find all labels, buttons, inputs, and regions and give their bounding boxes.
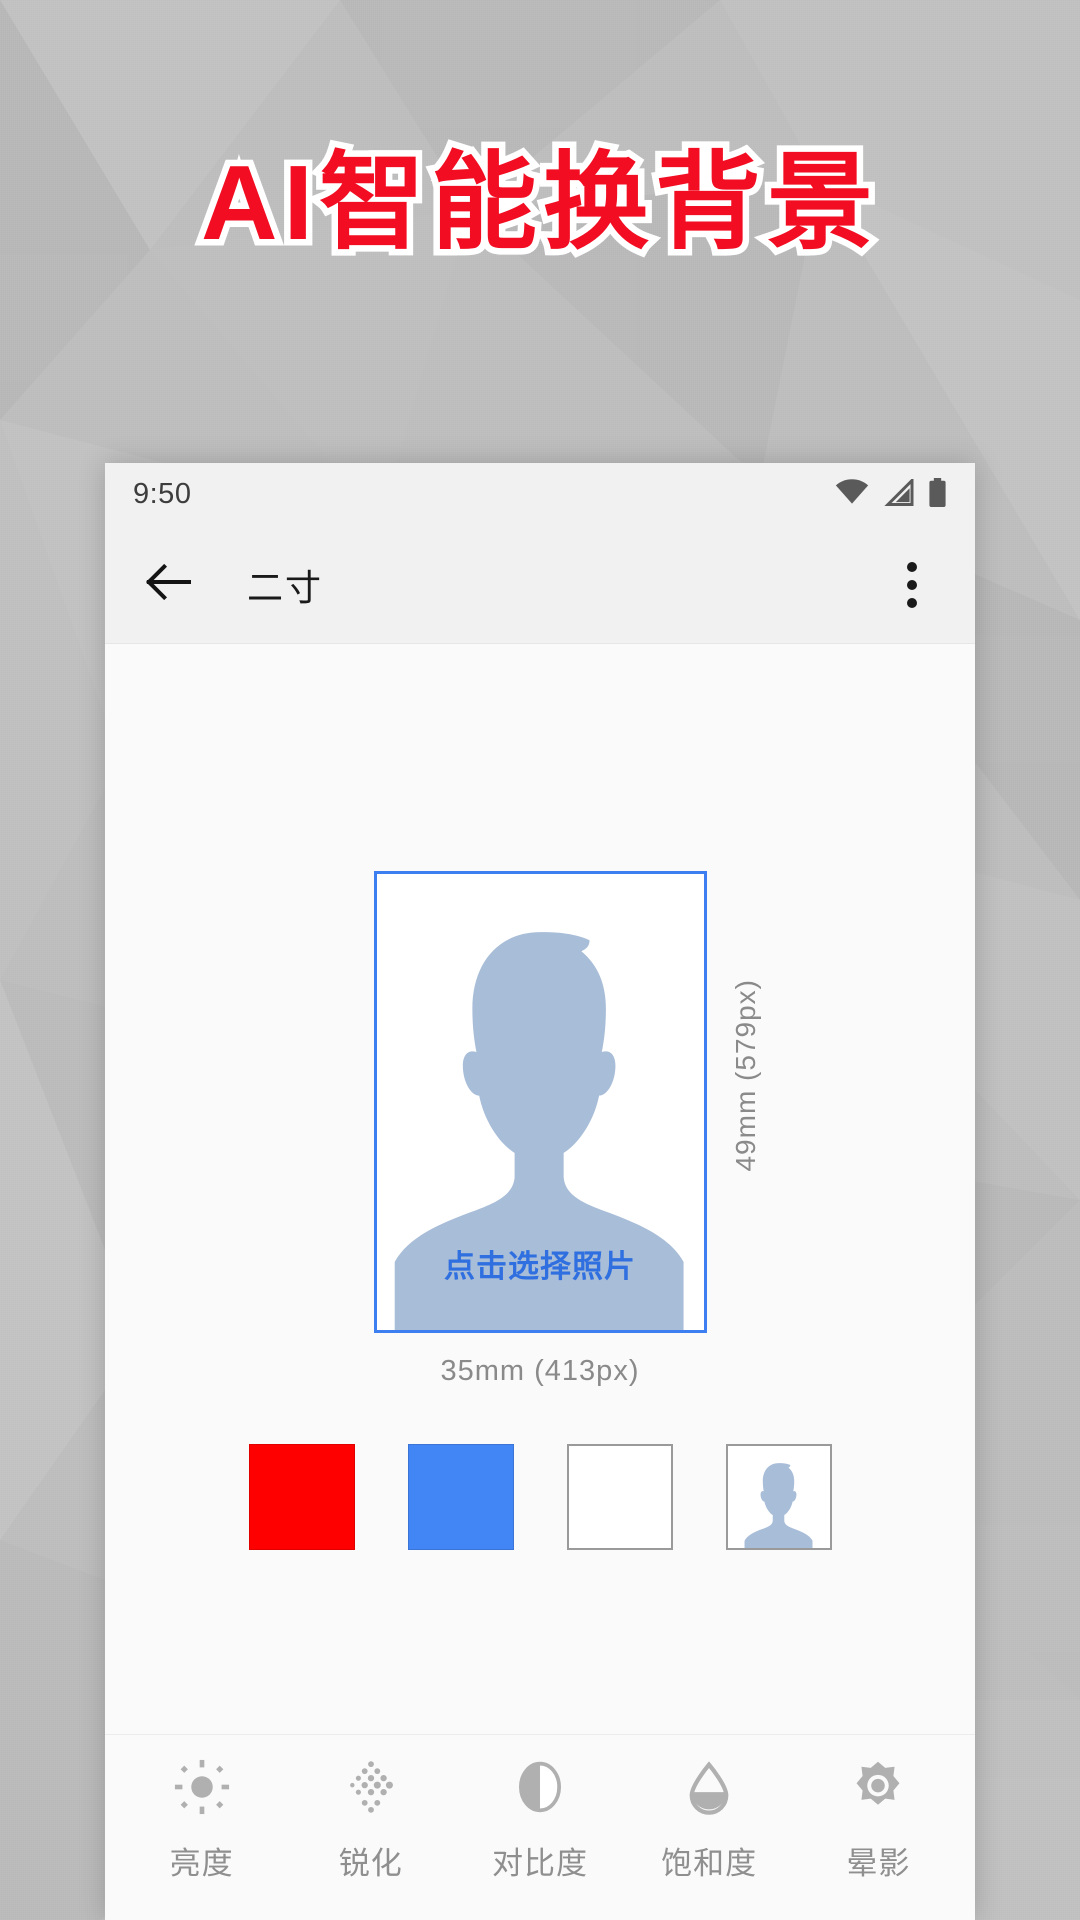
sharpen-icon	[342, 1758, 400, 1816]
tool-sharpen[interactable]: 锐化	[296, 1758, 446, 1883]
tool-label: 锐化	[338, 1846, 403, 1881]
wifi-icon	[835, 479, 869, 510]
photo-with-dimensions: 点击选择照片 35mm (413px) 49mm (579px)	[373, 871, 761, 1388]
contrast-icon	[511, 1758, 569, 1816]
status-bar-clock: 9:50	[133, 478, 192, 510]
swatch-original-photo[interactable]	[725, 1444, 832, 1550]
page-title: 二寸	[247, 566, 324, 608]
battery-icon	[928, 477, 947, 512]
person-silhouette-icon	[744, 1463, 813, 1548]
swatch-blue[interactable]	[407, 1444, 514, 1550]
photo-width-label: 35mm (413px)	[440, 1355, 640, 1387]
background-color-swatches	[248, 1444, 832, 1550]
swatch-red[interactable]	[248, 1444, 355, 1550]
tool-label: 饱和度	[661, 1846, 758, 1881]
back-arrow-icon	[145, 562, 192, 607]
edit-tools-toolbar: 亮度 锐化 对比度 饱和度 晕影	[105, 1734, 975, 1920]
promo-headline: AI智能换背景	[195, 141, 880, 266]
status-bar-icons	[835, 476, 947, 512]
tool-label: 晕影	[846, 1846, 911, 1881]
overflow-menu-button[interactable]	[879, 552, 945, 618]
back-button[interactable]	[135, 552, 201, 618]
status-bar: 9:50	[105, 463, 975, 526]
vignette-icon	[849, 1758, 907, 1816]
pick-photo-label: 点击选择照片	[444, 1249, 636, 1284]
swatch-white[interactable]	[566, 1444, 673, 1550]
tool-contrast[interactable]: 对比度	[465, 1758, 615, 1883]
cellular-signal-icon	[883, 476, 914, 511]
phone-screenshot-panel: 9:50 二寸 点击选择照片 35mm (413px) 49mm (579px)…	[105, 463, 975, 1920]
photo-height-label: 49mm (579px)	[729, 979, 761, 1172]
tool-brightness[interactable]: 亮度	[127, 1758, 277, 1883]
overflow-menu-icon-dot	[907, 597, 917, 608]
tool-label: 亮度	[169, 1846, 234, 1881]
overflow-menu-icon-dot	[907, 579, 917, 590]
brightness-icon	[173, 1758, 231, 1816]
photo-placeholder[interactable]: 点击选择照片	[373, 871, 707, 1333]
tool-label: 对比度	[491, 1846, 588, 1881]
editor-content: 点击选择照片 35mm (413px) 49mm (579px) 亮度 锐化 对…	[105, 644, 975, 1920]
app-bar: 二寸	[105, 526, 975, 644]
overflow-menu-icon	[907, 561, 917, 572]
tool-vignette[interactable]: 晕影	[803, 1758, 953, 1883]
tool-saturation[interactable]: 饱和度	[634, 1758, 784, 1883]
saturation-icon	[680, 1758, 738, 1816]
photo-editor-area: 点击选择照片 35mm (413px) 49mm (579px)	[105, 644, 975, 1684]
